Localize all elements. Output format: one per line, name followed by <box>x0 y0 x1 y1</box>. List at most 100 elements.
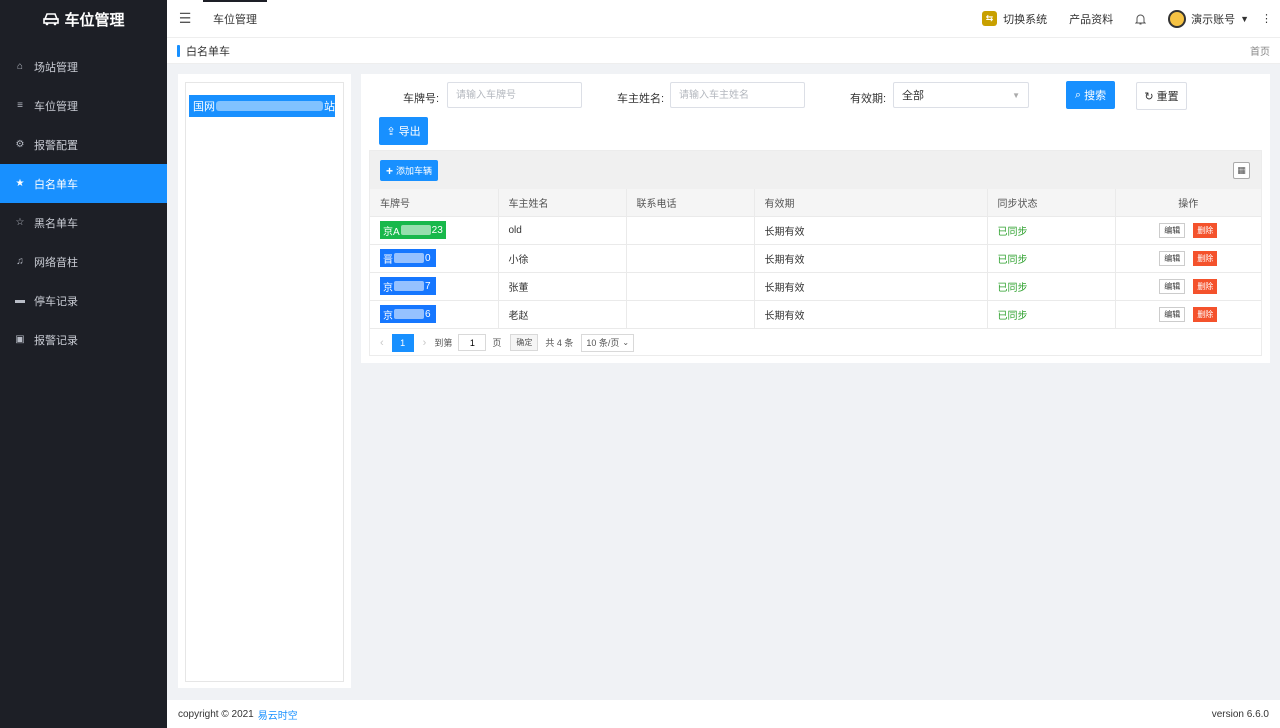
prev-page-icon[interactable]: ‹ <box>380 337 384 349</box>
sidebar-item-label: 白名单车 <box>34 178 78 191</box>
next-page-icon[interactable]: › <box>423 337 427 349</box>
actions-cell: 编辑 删除 <box>1115 216 1261 245</box>
redacted-block <box>400 225 431 235</box>
pagination: ‹ 1 › 到第 页 确定 共 4 条 10 条/页 ⌄ <box>370 329 1261 357</box>
sidebar-item-label: 车位管理 <box>34 100 78 113</box>
main-panel: 车牌号: 车主姓名: 有效期: 全部 ▼ ⌕ 搜索 ↻ 重置 ⇪ 导出 + 添加… <box>361 74 1270 363</box>
sidebar-item-2[interactable]: ⚙ 报警配置 <box>0 125 167 164</box>
plate-input[interactable] <box>447 82 582 108</box>
plate-badge: 京A 23 <box>380 221 446 239</box>
column-header: 车牌号 <box>370 189 499 217</box>
delete-button[interactable]: 删除 <box>1193 278 1218 294</box>
sidebar-item-0[interactable]: ⌂ 场站管理 <box>0 47 167 86</box>
validity-cell: 长期有效 <box>754 272 988 301</box>
plate-end: 7 <box>425 280 431 292</box>
account-menu[interactable]: 演示账号 ▼ <box>1168 9 1249 28</box>
search-button[interactable]: ⌕ 搜索 <box>1066 81 1115 109</box>
caret-down-icon: ▼ <box>1240 13 1249 24</box>
sync-status-cell: 已同步 <box>987 300 1116 329</box>
home-icon: ⌂ <box>16 61 24 72</box>
validity-select[interactable]: 全部 ▼ <box>893 82 1029 108</box>
delete-button[interactable]: 删除 <box>1193 306 1218 322</box>
gear-icon: ⚙ <box>15 139 25 150</box>
car-icon: ▬ <box>15 295 25 306</box>
edit-button[interactable]: 编辑 <box>1159 222 1186 238</box>
sidebar-item-3[interactable]: ★ 白名单车 <box>0 164 167 203</box>
breadcrumb-current: 白名单车 <box>186 45 230 58</box>
actions-cell: 编辑 删除 <box>1115 244 1261 273</box>
sidebar-menu: ⌂ 场站管理 ≡ 车位管理 ⚙ 报警配置 ★ 白名单车 ☆ 黑名单车 ♫ 网络音柱 ▬ 停车记录 ▣ 报警记录 <box>0 47 167 359</box>
star-outline-icon: ☆ <box>15 217 25 228</box>
edit-button[interactable]: 编辑 <box>1159 250 1186 266</box>
page-number-current[interactable]: 1 <box>391 333 414 352</box>
sidebar-item-label: 报警记录 <box>34 334 78 347</box>
edit-button[interactable]: 编辑 <box>1159 278 1186 294</box>
column-header: 操作 <box>1115 189 1261 217</box>
delete-button[interactable]: 删除 <box>1193 250 1218 266</box>
phone-cell <box>626 244 755 273</box>
plate-cell: 京A 23 <box>370 216 499 245</box>
page-unit-label: 页 <box>492 338 502 348</box>
sidebar-item-label: 报警配置 <box>34 139 78 152</box>
tab-parking-management[interactable]: 车位管理 <box>203 0 267 38</box>
add-vehicle-button[interactable]: + 添加车辆 <box>380 160 439 181</box>
validity-cell: 长期有效 <box>754 300 988 329</box>
sidebar-item-1[interactable]: ≡ 车位管理 <box>0 86 167 125</box>
goto-page-input[interactable] <box>458 334 487 351</box>
sidebar-item-label: 网络音柱 <box>34 256 78 269</box>
sidebar-item-7[interactable]: ▣ 报警记录 <box>0 320 167 359</box>
owner-cell: 老赵 <box>498 300 627 329</box>
owner-input[interactable] <box>670 82 805 108</box>
top-header: ☰ 车位管理 ⇆ 切换系统 产品资料 演示账号 ▼ ⋮ <box>167 0 1280 38</box>
export-button[interactable]: ⇪ 导出 <box>379 117 428 145</box>
bell-icon: ♫ <box>16 256 24 267</box>
sliders-icon: ≡ <box>17 100 23 111</box>
sidebar-item-5[interactable]: ♫ 网络音柱 <box>0 242 167 281</box>
page-size-select[interactable]: 10 条/页 ⌄ <box>581 333 635 352</box>
tree-node-station[interactable]: 国网 站 <box>189 95 335 117</box>
switch-system-button[interactable]: ⇆ 切换系统 <box>982 11 1047 27</box>
plate-cell: 京6 <box>370 300 499 329</box>
tree-node-suffix: 站 <box>324 101 335 113</box>
star-filled-icon: ★ <box>15 178 25 189</box>
version-text: version 6.6.0 <box>1211 708 1269 720</box>
plate-cell: 晋0 <box>370 244 499 273</box>
product-docs-link[interactable]: 产品资料 <box>1069 11 1113 27</box>
column-settings-icon[interactable]: ▦ <box>1233 162 1250 179</box>
more-vertical-icon[interactable]: ⋮ <box>1261 12 1272 25</box>
table-row: 京 7 张董 长期有效 已同步 编辑 删除 <box>370 272 1261 301</box>
plate-start: 晋 <box>383 254 393 266</box>
station-tree-panel: 国网 站 <box>178 74 351 688</box>
notification-bell-icon[interactable] <box>1135 13 1147 25</box>
app-title: 车位管理 <box>64 11 125 29</box>
goto-confirm-button[interactable]: 确定 <box>510 334 539 351</box>
column-header: 同步状态 <box>987 189 1116 217</box>
breadcrumb-home-link[interactable]: 首页 <box>1250 43 1270 58</box>
redacted-block <box>394 281 424 291</box>
reset-button[interactable]: ↻ 重置 <box>1136 82 1187 110</box>
plate-badge: 京7 <box>380 277 436 295</box>
tree-node-prefix: 国网 <box>193 101 215 113</box>
sync-status-cell: 已同步 <box>987 216 1116 245</box>
sidebar-item-label: 场站管理 <box>34 61 78 74</box>
table-row: 京 6 老赵 长期有效 已同步 编辑 删除 <box>370 300 1261 329</box>
actions-cell: 编辑 删除 <box>1115 300 1261 329</box>
owner-cell: 张董 <box>498 272 627 301</box>
brand-link[interactable]: 易云时空 <box>258 707 298 722</box>
redacted-block <box>216 101 323 111</box>
validity-cell: 长期有效 <box>754 244 988 273</box>
sidebar-item-6[interactable]: ▬ 停车记录 <box>0 281 167 320</box>
owner-cell: 小徐 <box>498 244 627 273</box>
delete-button[interactable]: 删除 <box>1193 222 1218 238</box>
chevron-down-icon: ⌄ <box>622 338 630 347</box>
account-name: 演示账号 <box>1191 13 1236 26</box>
sidebar-item-4[interactable]: ☆ 黑名单车 <box>0 203 167 242</box>
page-size-value: 10 条/页 <box>586 338 620 348</box>
edit-button[interactable]: 编辑 <box>1159 306 1186 322</box>
plus-icon: + <box>386 163 394 178</box>
sidebar: 车位管理 ⌂ 场站管理 ≡ 车位管理 ⚙ 报警配置 ★ 白名单车 ☆ 黑名单车 ♫ 网络音柱 ▬ 停车记录… <box>0 0 167 728</box>
switch-system-label: 切换系统 <box>1003 13 1048 26</box>
validity-label: 有效期: <box>850 93 887 105</box>
sync-status-cell: 已同步 <box>987 244 1116 273</box>
menu-toggle-icon[interactable]: ☰ <box>167 10 203 27</box>
